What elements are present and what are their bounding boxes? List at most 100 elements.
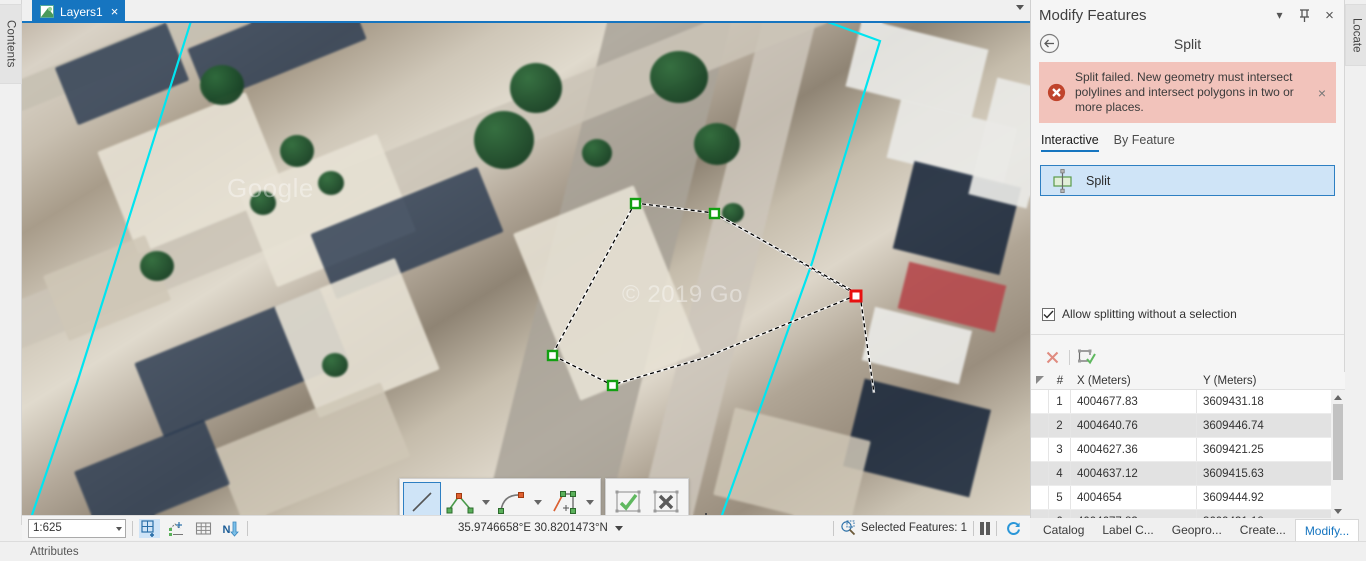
divider	[1069, 349, 1070, 365]
scrollbar-thumb[interactable]	[1333, 404, 1343, 480]
column-header-number[interactable]: #	[1049, 375, 1071, 387]
dock-tab-modify-features[interactable]: Modify...	[1294, 519, 1360, 541]
north-tool-button[interactable]: N	[220, 519, 241, 538]
row-selector[interactable]	[1031, 390, 1049, 413]
dismiss-error-button[interactable]: ×	[1314, 86, 1330, 100]
row-number: 1	[1049, 390, 1071, 413]
validate-geometry-button[interactable]	[1076, 347, 1098, 367]
cell-y[interactable]: 3609431.18	[1197, 390, 1331, 413]
table-row[interactable]: 3 4004627.36 3609421.25	[1031, 438, 1331, 462]
right-angle-tool-dropdown[interactable]	[583, 482, 597, 515]
map-graphics-overlay	[30, 23, 882, 515]
dock-tab-catalog[interactable]: Catalog	[1034, 519, 1093, 541]
split-subheader: Split	[1031, 30, 1344, 58]
allow-splitting-checkbox[interactable]	[1042, 307, 1055, 321]
snapping-tool-button[interactable]	[166, 519, 187, 538]
scroll-up-button[interactable]	[1331, 390, 1345, 404]
map-tab-layers1[interactable]: Layers1 ×	[32, 0, 126, 23]
cell-y[interactable]: 3609446.74	[1197, 414, 1331, 437]
cell-y[interactable]: 3609421.25	[1197, 438, 1331, 461]
back-button[interactable]	[1039, 33, 1061, 55]
column-header-y[interactable]: Y (Meters)	[1197, 375, 1345, 387]
pin-icon[interactable]	[1296, 7, 1313, 24]
selected-feature-boundary-right	[720, 23, 882, 515]
finish-sketch-button[interactable]	[609, 482, 647, 515]
arc-tool-button[interactable]	[493, 482, 531, 515]
dock-tab-create-features[interactable]: Create...	[1231, 519, 1295, 541]
map-scale-input[interactable]: 1:625	[28, 518, 126, 538]
row-number: 2	[1049, 414, 1071, 437]
map-scale-value: 1:625	[33, 522, 62, 534]
cell-y[interactable]: 3609415.63	[1197, 462, 1331, 485]
column-header-x[interactable]: X (Meters)	[1071, 375, 1197, 387]
right-rail: Locate	[1344, 0, 1366, 525]
select-all-corner[interactable]	[1031, 376, 1049, 385]
cell-x[interactable]: 4004677.83	[1071, 510, 1197, 518]
row-number: 6	[1049, 510, 1071, 518]
dock-tab-geoprocessing[interactable]: Geopro...	[1163, 519, 1231, 541]
chevron-down-icon[interactable]	[1016, 5, 1024, 10]
split-tool-button[interactable]: Split	[1040, 165, 1335, 196]
edit-sketch-toolbar[interactable]	[399, 478, 689, 515]
table-row[interactable]: 1 4004677.83 3609431.18	[1031, 390, 1331, 414]
cell-y[interactable]: 3609431.18	[1197, 510, 1331, 519]
line-tool-button[interactable]	[403, 482, 441, 515]
trace-tool-button[interactable]	[441, 482, 479, 515]
delete-vertex-button[interactable]	[1041, 347, 1063, 367]
table-row[interactable]: 4 4004637.12 3609415.63	[1031, 462, 1331, 486]
table-vertical-scrollbar[interactable]	[1331, 390, 1345, 518]
attributes-bar[interactable]: Attributes	[0, 541, 1366, 561]
chevron-down-icon[interactable]	[614, 525, 623, 531]
panel-menu-button[interactable]: ▾	[1271, 7, 1288, 24]
row-number: 4	[1049, 462, 1071, 485]
locate-vertical-tab[interactable]: Locate	[1345, 4, 1366, 66]
trace-tool-dropdown[interactable]	[479, 482, 493, 515]
cell-x[interactable]: 4004637.12	[1071, 462, 1197, 485]
cell-y[interactable]: 3609444.92	[1197, 486, 1331, 509]
refresh-button[interactable]	[1003, 519, 1024, 538]
arc-tool-dropdown[interactable]	[531, 482, 545, 515]
grid-tool-button[interactable]	[193, 519, 214, 538]
cell-x[interactable]: 4004627.36	[1071, 438, 1197, 461]
refresh-icon	[1007, 521, 1020, 535]
row-selector[interactable]	[1031, 414, 1049, 437]
table-body: 1 4004677.83 3609431.18 2 4004640.76 360…	[1031, 390, 1331, 518]
cell-x[interactable]: 4004677.83	[1071, 390, 1197, 413]
tab-interactive[interactable]: Interactive	[1041, 133, 1099, 152]
cell-x[interactable]: 4004654	[1071, 486, 1197, 509]
dock-tab-label-class[interactable]: Label C...	[1093, 519, 1162, 541]
contents-vertical-tab[interactable]: Contents	[0, 4, 22, 84]
divider	[247, 520, 248, 536]
row-selector[interactable]	[1031, 462, 1049, 485]
attributes-label: Attributes	[30, 545, 79, 558]
row-selector[interactable]	[1031, 510, 1049, 518]
row-selector[interactable]	[1031, 486, 1049, 509]
table-row[interactable]: 6 4004677.83 3609431.18	[1031, 510, 1331, 518]
close-icon[interactable]: ×	[111, 5, 119, 18]
scroll-down-button[interactable]	[1331, 504, 1345, 518]
split-rectangle-icon	[1053, 168, 1072, 193]
corner-triangle-icon	[1035, 376, 1044, 384]
selected-feature-boundary-left	[30, 23, 192, 515]
selected-features-status[interactable]: Selected Features: 1	[840, 520, 967, 536]
map-scale-tool-button[interactable]	[139, 518, 160, 538]
validate-geometry-icon	[1078, 349, 1096, 365]
cell-x[interactable]: 4004640.76	[1071, 414, 1197, 437]
pause-drawing-button[interactable]	[980, 521, 990, 535]
close-icon[interactable]: ×	[1321, 7, 1338, 24]
map-tab-strip: Layers1 ×	[22, 0, 1030, 23]
panel-title: Modify Features	[1039, 6, 1147, 24]
locate-tab-label: Locate	[1350, 17, 1363, 53]
map-canvas[interactable]: Google © 2019 Go	[22, 23, 1030, 515]
chevron-down-icon[interactable]	[116, 526, 122, 531]
error-circle-x-icon	[1047, 83, 1066, 102]
tab-by-feature[interactable]: By Feature	[1114, 133, 1175, 152]
row-selector[interactable]	[1031, 438, 1049, 461]
allow-splitting-row[interactable]: Allow splitting without a selection	[1031, 307, 1344, 321]
table-row[interactable]: 2 4004640.76 3609446.74	[1031, 414, 1331, 438]
table-row[interactable]: 5 4004654 3609444.92	[1031, 486, 1331, 510]
back-arrow-icon	[1039, 33, 1060, 54]
right-angle-tool-button[interactable]	[545, 482, 583, 515]
cancel-sketch-button[interactable]	[647, 482, 685, 515]
delete-vertex-icon	[1046, 351, 1058, 363]
